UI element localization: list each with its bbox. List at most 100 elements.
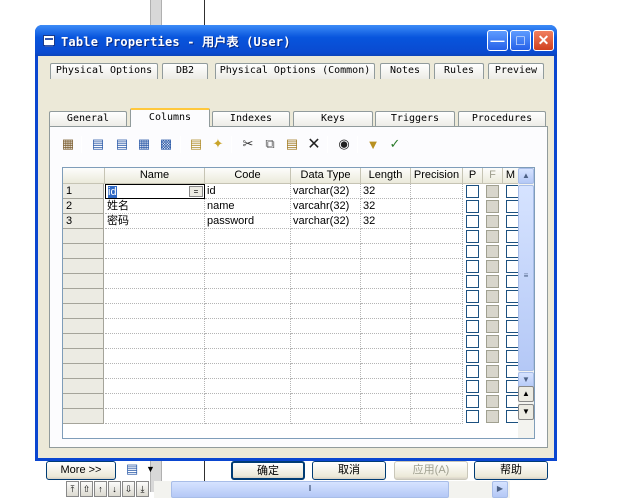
primary-key-checkbox[interactable] <box>466 380 479 393</box>
move-page-up-button[interactable]: ⇧ <box>80 481 93 497</box>
new-item-icon[interactable]: ▤ <box>187 135 205 153</box>
cell-precision[interactable] <box>411 229 463 244</box>
cell-precision[interactable] <box>411 214 463 229</box>
row-header[interactable] <box>63 319 104 334</box>
move-up-button[interactable]: ↑ <box>94 481 107 497</box>
primary-key-checkbox[interactable] <box>466 245 479 258</box>
cell-precision[interactable] <box>411 409 463 424</box>
find-icon[interactable]: ◉ <box>335 135 353 153</box>
header-mandatory[interactable]: M <box>503 168 519 184</box>
more-button[interactable]: More >> <box>46 461 116 480</box>
primary-key-checkbox[interactable] <box>466 275 479 288</box>
row-header[interactable] <box>63 409 104 424</box>
cell-name[interactable] <box>105 349 205 364</box>
cell-length[interactable] <box>361 409 411 424</box>
cell-data-type[interactable] <box>291 349 361 364</box>
primary-key-checkbox[interactable] <box>466 305 479 318</box>
copy-icon[interactable]: ⧉ <box>261 135 279 153</box>
move-down-button[interactable]: ↓ <box>108 481 121 497</box>
customize-icon[interactable]: ✦ <box>209 135 227 153</box>
move-page-down-button[interactable]: ⇩ <box>122 481 135 497</box>
cell-code[interactable] <box>205 349 291 364</box>
cell-precision[interactable] <box>411 184 463 199</box>
cell-name[interactable] <box>105 319 205 334</box>
maximize-button[interactable]: □ <box>510 30 531 51</box>
cell-data-type[interactable] <box>291 289 361 304</box>
header-data-type[interactable]: Data Type <box>291 168 361 184</box>
cell-code[interactable] <box>205 259 291 274</box>
scroll-thumb[interactable]: ≡ <box>518 185 534 371</box>
cell-precision[interactable] <box>411 259 463 274</box>
header-code[interactable]: Code <box>205 168 291 184</box>
tab-columns[interactable]: Columns <box>130 108 210 127</box>
cell-data-type[interactable]: varchar(32) <box>291 214 361 229</box>
cell-length[interactable] <box>361 319 411 334</box>
cell-precision[interactable] <box>411 289 463 304</box>
cell-precision[interactable] <box>411 199 463 214</box>
horizontal-scroll-thumb[interactable]: ‖ <box>171 481 449 498</box>
title-bar[interactable]: Table Properties - 用户表 (User) — □ ✕ <box>35 25 557 56</box>
move-bottom-button[interactable]: ⤓ <box>136 481 149 497</box>
tab-physical-options-common[interactable]: Physical Options (Common) <box>215 63 375 79</box>
cell-name[interactable] <box>105 409 205 424</box>
paste-icon[interactable]: ▤ <box>283 135 301 153</box>
tab-db2[interactable]: DB2 <box>162 63 208 79</box>
cell-length[interactable]: 32 <box>361 184 411 199</box>
row-header[interactable] <box>63 394 104 409</box>
scroll-top-button[interactable]: ▲ <box>518 386 534 402</box>
cell-precision[interactable] <box>411 379 463 394</box>
cell-name[interactable] <box>105 334 205 349</box>
cell-code[interactable] <box>205 244 291 259</box>
tab-triggers[interactable]: Triggers <box>375 111 455 127</box>
cell-data-type[interactable] <box>291 274 361 289</box>
cell-name[interactable] <box>105 259 205 274</box>
cell-code[interactable] <box>205 394 291 409</box>
primary-key-checkbox[interactable] <box>466 410 479 423</box>
cell-data-type[interactable] <box>291 409 361 424</box>
cell-precision[interactable] <box>411 394 463 409</box>
primary-key-checkbox[interactable] <box>466 215 479 228</box>
properties-icon[interactable]: ▦ <box>59 135 77 153</box>
cell-length[interactable] <box>361 379 411 394</box>
cell-precision[interactable] <box>411 274 463 289</box>
cell-precision[interactable] <box>411 364 463 379</box>
cell-precision[interactable] <box>411 319 463 334</box>
row-header[interactable]: 2 <box>63 199 104 214</box>
cell-length[interactable] <box>361 289 411 304</box>
cell-data-type[interactable] <box>291 394 361 409</box>
cell-precision[interactable] <box>411 244 463 259</box>
cell-code[interactable] <box>205 334 291 349</box>
cell-length[interactable]: 32 <box>361 199 411 214</box>
cell-name[interactable] <box>105 364 205 379</box>
cell-code[interactable]: id <box>205 184 291 199</box>
cell-name[interactable] <box>105 244 205 259</box>
cell-name[interactable]: 密码 <box>105 214 205 229</box>
row-header[interactable] <box>63 229 104 244</box>
cell-name[interactable] <box>105 394 205 409</box>
cell-precision[interactable] <box>411 349 463 364</box>
cell-length[interactable] <box>361 334 411 349</box>
minimize-button[interactable]: — <box>487 30 508 51</box>
cell-code[interactable] <box>205 274 291 289</box>
cell-precision[interactable] <box>411 334 463 349</box>
add-columns-icon[interactable]: ▦ <box>135 135 153 153</box>
cell-code[interactable] <box>205 229 291 244</box>
cell-code[interactable] <box>205 319 291 334</box>
row-header[interactable] <box>63 334 104 349</box>
scroll-right-button[interactable]: ▶ <box>492 481 508 498</box>
cell-length[interactable] <box>361 229 411 244</box>
cell-name[interactable] <box>105 289 205 304</box>
row-header[interactable] <box>63 289 104 304</box>
cell-data-type[interactable] <box>291 229 361 244</box>
cell-length[interactable] <box>361 394 411 409</box>
tab-rules[interactable]: Rules <box>434 63 484 79</box>
columns-grid[interactable]: Name Code Data Type Length Precision P F… <box>62 167 535 439</box>
cell-code[interactable] <box>205 289 291 304</box>
cell-data-type[interactable] <box>291 259 361 274</box>
cell-code[interactable] <box>205 409 291 424</box>
help-button[interactable]: 帮助 <box>474 461 548 480</box>
row-header[interactable] <box>63 379 104 394</box>
cell-data-type[interactable] <box>291 304 361 319</box>
primary-key-checkbox[interactable] <box>466 350 479 363</box>
row-header[interactable]: 3 <box>63 214 104 229</box>
